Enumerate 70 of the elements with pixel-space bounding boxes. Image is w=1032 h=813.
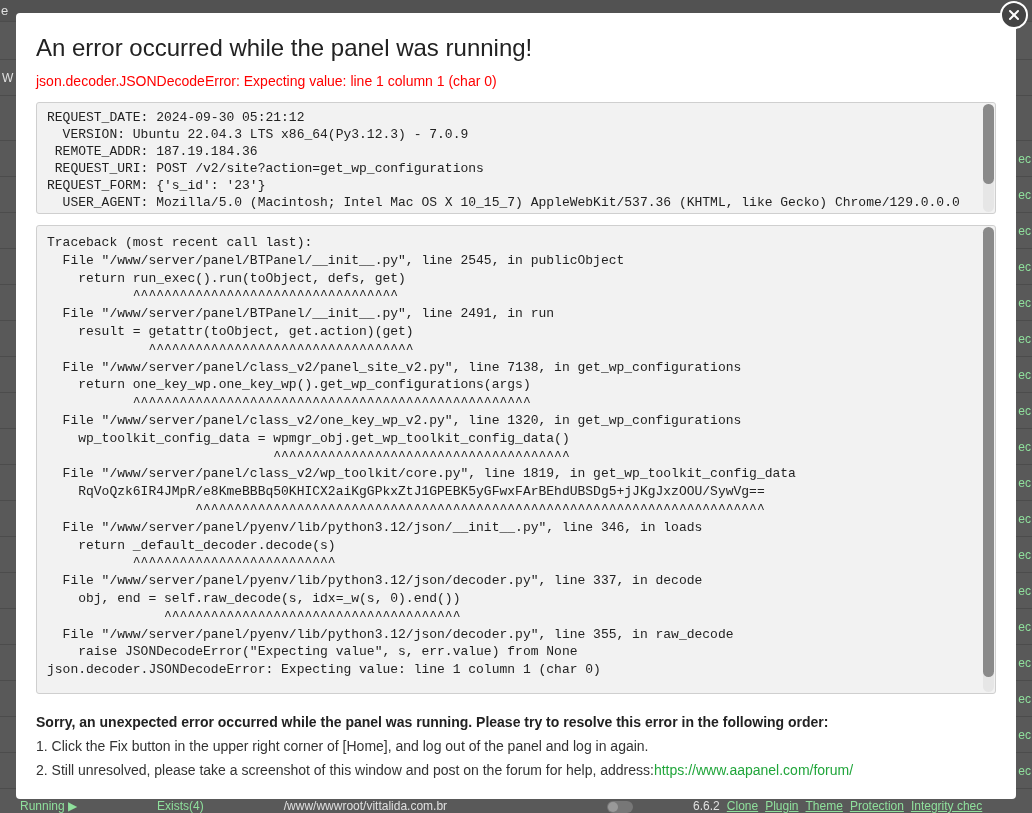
code-line: File "/www/server/panel/class_v2/wp_toolkit/core.py", line 1819, in get_wp_toolkit_config_data [61,465,797,484]
code-line: USER_AGENT: Mozilla/5.0 (Macintosh; Intel Mac OS X 10_15_7) AppleWebKit/537.36 (KHTML, like Gecko) Chrome/129.0.0.0 [61,194,961,211]
action-link[interactable]: Plugin [765,800,799,813]
table-link[interactable]: ec [1018,655,1031,670]
help-heading: Sorry, an unexpected error occurred while the panel was running. Please try to resolve this error in the following order: [36,713,830,732]
table-link[interactable]: ec [1018,295,1031,310]
help-step: 1. Click the Fix button in the upper right corner of [Home], and log out of the panel and log in again. [36,736,996,756]
table-link[interactable]: ec [1018,151,1031,166]
action-link[interactable]: Theme [805,800,843,813]
header-text: e [1,3,9,18]
table-link[interactable]: ec [1018,331,1031,346]
table-link[interactable]: ec [1018,367,1031,382]
table-link[interactable]: ec [1018,403,1031,418]
table-link[interactable]: ec [1018,439,1031,454]
table-link[interactable]: ec [1018,763,1031,778]
table-link[interactable]: ec [1018,223,1031,238]
code-line: return one_key_wp.one_key_wp().get_wp_configurations(args) [77,376,532,395]
table-link[interactable]: ec [1018,619,1031,634]
code-line: REQUEST_FORM: {'s_id': '23'} [47,177,267,194]
code-line: REQUEST_URI: POST /v2/site?action=get_wp_configurations [53,160,485,177]
table-link[interactable]: ec [1018,727,1031,742]
code-line: ^^^^^^^^^^^^^^^^^^^^^^^^^^^^^^^^^^ [131,287,400,306]
code-line: File "/www/server/panel/BTPanel/__init__.py", line 2545, in publicObject [61,251,626,270]
table-link[interactable]: ec [1018,547,1031,562]
version-text: 6.6.2 [693,800,720,813]
table-link[interactable]: ec [1018,583,1031,598]
code-line: File "/www/server/panel/pyenv/lib/python3.12/json/decoder.py", line 337, in decode [61,572,704,590]
action-link[interactable]: Protection [849,800,904,813]
code-line: raise JSONDecodeError("Expecting value", s, err.value) from None [77,643,579,662]
scrollbar[interactable] [983,104,994,212]
action-link[interactable]: Integrity chec [910,800,983,813]
status-link[interactable]: Running ▶ [20,800,78,813]
code-line: File "/www/server/panel/class_v2/panel_site_v2.py", line 7138, in get_wp_configurations [61,358,743,377]
code-line: ^^^^^^^^^^^^^^^^^^^^^^^^^^^^^^^^^^^^^^^^^^^^^^^^^^^ [131,394,532,412]
table-cell: W [2,70,14,85]
backup-link[interactable]: Exists(4) [157,800,204,813]
table-link[interactable]: ec [1018,187,1031,202]
code-line: File "/www/server/panel/pyenv/lib/python3.12/json/__init__.py", line 346, in loads [61,518,704,537]
toggle-switch[interactable] [607,801,634,813]
code-line: VERSION: Ubuntu 22.04.3 LTS x86_64(Py3.12.3) - 7.0.9 [61,126,470,143]
code-line: File "/www/server/panel/BTPanel/__init__.py", line 2491, in run [61,305,556,323]
table-link[interactable]: ec [1018,511,1031,526]
code-line: obj, end = self.raw_decode(s, idx=_w(s, 0).end()) [77,589,462,608]
code-line: ^^^^^^^^^^^^^^^^^^^^^^^^^^^^^^^^^^^^^^ [163,607,462,626]
forum-link[interactable]: https://www.aapanel.com/forum/ [653,762,854,778]
code-line: Traceback (most recent call last): [47,234,314,252]
code-line: ^^^^^^^^^^^^^^^^^^^^^^^^^^^^^^^^^^ [147,340,415,359]
close-icon [1006,7,1022,23]
scrollbar[interactable] [983,227,994,692]
code-line: RqVoQzk6IR4JMpR/e8KmeBBBq50KHICX2aiKgGPkxZtJ1GPEBK5yGFwxFArBEhdUBSDg5+jJKgJxzOOU/SywVg== [77,483,766,501]
error-message: json.decoder.JSONDecodeError: Expecting value: line 1 column 1 (char 0) [36,72,498,91]
code-line: wp_toolkit_config_data = wpmgr_obj.get_wp_toolkit_config_data() [77,429,571,448]
table-link[interactable]: ec [1018,259,1031,274]
code-line: REQUEST_DATE: 2024-09-30 05:21:12 [47,109,306,126]
dialog-title: An error occurred while the panel was running! [36,33,534,63]
code-line: json.decoder.JSONDecodeError: Expecting value: line 1 column 1 (char 0) [47,661,602,679]
code-line: return _default_decoder.decode(s) [77,536,337,555]
code-line: ^^^^^^^^^^^^^^^^^^^^^^^^^^ [131,554,337,573]
table-link[interactable]: ec [1018,475,1031,490]
table-link[interactable]: ec [1018,691,1031,706]
code-line: result = getattr(toObject, get.action)(get) [77,323,415,341]
action-link[interactable]: Clone [726,800,759,813]
code-line: File "/www/server/panel/class_v2/one_key_wp_v2.py", line 1320, in get_wp_configurations [61,411,743,430]
path-link[interactable]: /www/wwwroot/vittalida.com.br [283,800,448,813]
code-line: ^^^^^^^^^^^^^^^^^^^^^^^^^^^^^^^^^^^^^^^^^^^^^^^^^^^^^^^^^^^^^^^^^^^^^^^^^ [194,500,766,519]
code-line: return run_exec().run(toObject, defs, get) [77,269,407,288]
code-line: ^^^^^^^^^^^^^^^^^^^^^^^^^^^^^^^^^^^^^^ [272,447,571,466]
code-line: REMOTE_ADDR: 187.19.184.36 [53,143,259,160]
help-step: 2. Still unresolved, please take a screenshot of this window and post on the forum for help, address:https://www.aapanel.com/forum/ [36,760,996,780]
code-line: File "/www/server/panel/pyenv/lib/python3.12/json/decoder.py", line 355, in raw_decode [61,625,735,644]
